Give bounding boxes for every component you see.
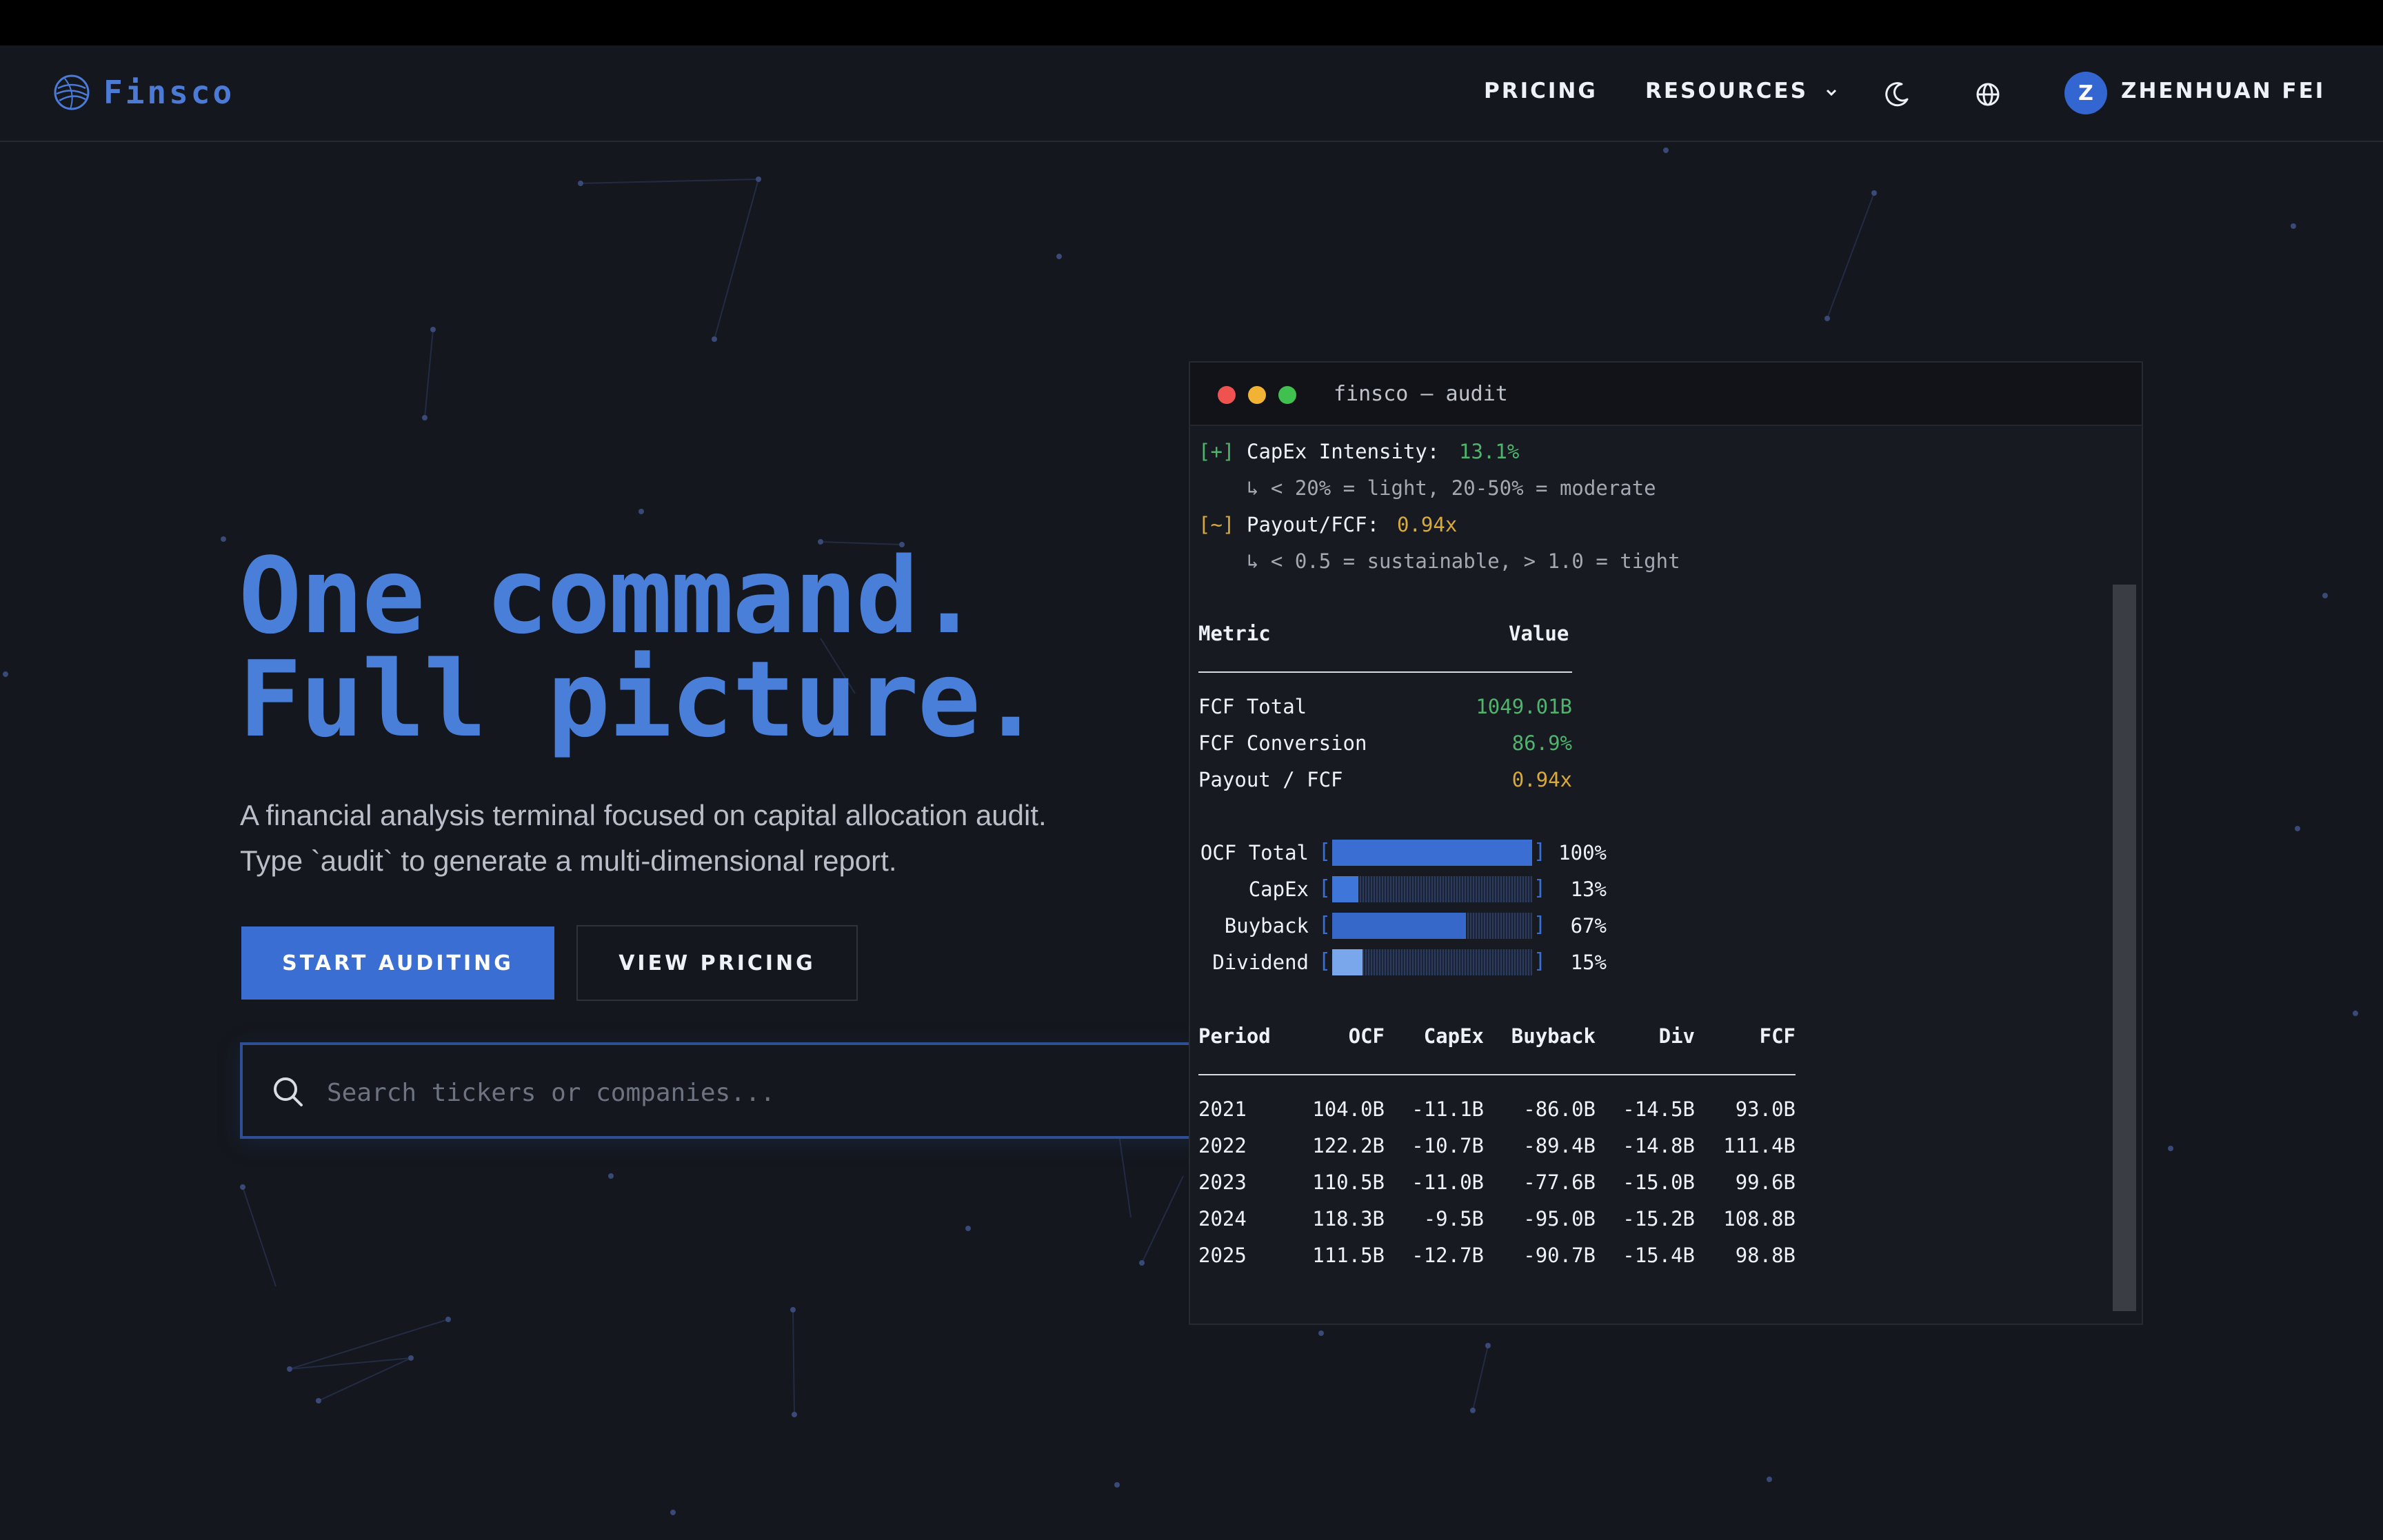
table-cell: 2025 [1198, 1244, 1247, 1267]
bar-bracket-right: ] [1534, 840, 1547, 864]
bar-bracket-left: [ [1318, 876, 1331, 900]
bar-track [1332, 840, 1532, 866]
table-cell: 98.8B [1735, 1244, 1796, 1267]
table-cell: -9.5B [1423, 1207, 1484, 1230]
moon-icon[interactable] [1881, 79, 1913, 110]
summary-value: 86.9% [1511, 731, 1572, 755]
bar-percent: 15% [1570, 951, 1607, 974]
check-hint: ↳ < 20% = light, 20-50% = moderate [1247, 476, 1656, 500]
bar-label: Buyback [1224, 914, 1309, 938]
bar-track [1332, 949, 1532, 975]
terminal-title: finsco — audit [1334, 382, 1508, 406]
check-value: 13.1% [1459, 440, 1520, 463]
view-pricing-button[interactable]: VIEW PRICING [576, 925, 858, 1001]
check-label: Payout/FCF: [1247, 513, 1380, 536]
table-cell: -10.7B [1411, 1134, 1484, 1157]
terminal-scrollbar[interactable] [2113, 585, 2136, 1311]
hero-title-line1: One command. [239, 535, 981, 657]
close-dot-icon[interactable] [1218, 386, 1236, 404]
bar-bracket-right: ] [1534, 949, 1547, 973]
table-cell: 2024 [1198, 1207, 1247, 1230]
table-cell: 93.0B [1735, 1097, 1796, 1121]
globe-logo-icon [54, 74, 90, 110]
search-box [240, 1042, 1254, 1139]
bar-percent: 13% [1570, 878, 1607, 901]
avatar[interactable]: Z [2064, 72, 2107, 114]
table-cell: 111.4B [1723, 1134, 1796, 1157]
table-rule [1198, 1074, 1796, 1075]
bar-label: OCF Total [1200, 841, 1309, 864]
check-hint: ↳ < 0.5 = sustainable, > 1.0 = tight [1247, 549, 1680, 573]
bar-fill [1332, 949, 1363, 975]
summary-value: 0.94x [1511, 768, 1572, 791]
bar-fill [1332, 913, 1466, 939]
summary-metric: FCF Total [1198, 695, 1307, 718]
top-black-band [0, 0, 2383, 45]
search-icon [274, 1077, 303, 1106]
nav-pricing[interactable]: PRICING [1484, 79, 1598, 103]
summary-rule [1198, 671, 1572, 673]
table-cell: 108.8B [1723, 1207, 1796, 1230]
bar-track [1332, 913, 1532, 939]
bar-fill [1332, 840, 1532, 866]
brand-name: Finsco [103, 74, 235, 111]
table-cell: 2023 [1198, 1171, 1247, 1194]
maximize-dot-icon[interactable] [1278, 386, 1296, 404]
nav-resources-label: RESOURCES [1645, 79, 1809, 103]
user-name[interactable]: ZHENHUAN FEI [2121, 79, 2325, 103]
bar-bracket-right: ] [1534, 913, 1547, 937]
start-auditing-button[interactable]: START AUDITING [241, 926, 554, 1000]
check-label: CapEx Intensity: [1247, 440, 1440, 463]
bar-label: CapEx [1248, 878, 1309, 901]
table-header: CapEx [1423, 1024, 1484, 1048]
bar-fill [1332, 876, 1358, 902]
table-cell: 2021 [1198, 1097, 1247, 1121]
minimize-dot-icon[interactable] [1248, 386, 1266, 404]
summary-value: 1049.01B [1476, 695, 1572, 718]
chevron-down-icon [1826, 89, 1836, 96]
summary-metric: Payout / FCF [1198, 768, 1343, 791]
hero-title: One command. Full picture. [239, 535, 1043, 760]
table-cell: 2022 [1198, 1134, 1247, 1157]
bar-bracket-right: ] [1534, 876, 1547, 900]
bar-percent: 67% [1570, 914, 1607, 938]
terminal-window: finsco — audit [+] CapEx Intensity: 13.1… [1189, 361, 2143, 1325]
search-input[interactable] [325, 1064, 1225, 1121]
bar-bracket-left: [ [1318, 949, 1331, 973]
terminal-titlebar: finsco — audit [1190, 363, 2142, 426]
check-marker: [+] [1198, 440, 1235, 463]
table-cell: -11.1B [1411, 1097, 1484, 1121]
hero-subtitle: A financial analysis terminal focused on… [240, 799, 1047, 877]
bar-bracket-left: [ [1318, 913, 1331, 937]
table-cell: -12.7B [1411, 1244, 1484, 1267]
brand-logo[interactable]: Finsco [52, 72, 234, 113]
check-value: 0.94x [1397, 513, 1458, 536]
bar-bracket-left: [ [1318, 840, 1331, 864]
bar-percent: 100% [1558, 841, 1607, 864]
table-cell: 99.6B [1735, 1171, 1796, 1194]
summary-metric: FCF Conversion [1198, 731, 1367, 755]
table-cell: -11.0B [1411, 1171, 1484, 1194]
globe-icon[interactable] [1972, 79, 2004, 110]
nav-resources[interactable]: RESOURCES [1645, 79, 1841, 103]
check-marker: [~] [1198, 513, 1235, 536]
summary-header-value: Value [1509, 622, 1569, 645]
hero-title-line2: Full picture. [239, 638, 1043, 760]
table-header: FCF [1759, 1024, 1796, 1048]
bar-track [1332, 876, 1532, 902]
top-navbar: Finsco PRICING RESOURCES Z ZHENHUAN FEI [0, 45, 2383, 142]
bar-label: Dividend [1212, 951, 1309, 974]
summary-header-metric: Metric [1198, 622, 1271, 645]
